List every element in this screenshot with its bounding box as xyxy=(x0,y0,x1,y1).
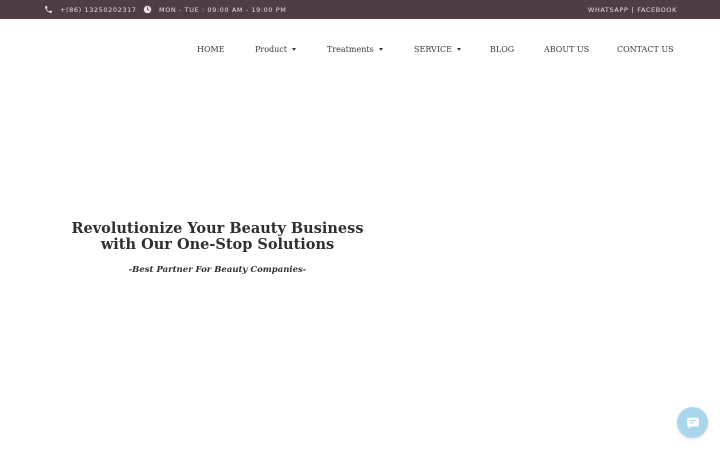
clock-icon xyxy=(143,5,152,14)
nav-item-service[interactable]: SERVICE xyxy=(414,41,461,57)
caret-down-icon xyxy=(292,47,296,51)
nav-label: Treatments xyxy=(327,44,374,54)
phone-icon xyxy=(45,6,52,13)
hero-title: Revolutionize Your Beauty Business with … xyxy=(60,221,375,253)
social-separator: | xyxy=(631,5,635,14)
main-nav: HOME Product Treatments SERVICE BLOG ABO… xyxy=(0,41,720,57)
nav-label: SERVICE xyxy=(414,44,452,54)
nav-label: Product xyxy=(255,44,287,54)
phone-contact[interactable]: +(86) 13250202317 xyxy=(44,0,137,19)
top-info-bar: +(86) 13250202317 MON - TUE : 09:00 AM -… xyxy=(0,0,720,19)
caret-down-icon xyxy=(378,47,383,51)
caret-down-icon xyxy=(456,47,461,51)
nav-item-treatments[interactable]: Treatments xyxy=(327,41,383,57)
chat-bubble-icon xyxy=(686,417,699,429)
nav-item-home[interactable]: HOME xyxy=(197,41,225,57)
social-links: WHATSAPP | FACEBOOK xyxy=(588,0,677,19)
hero-subtitle: -Best Partner For Beauty Companies- xyxy=(128,265,307,275)
nav-label: CONTACT US xyxy=(617,44,674,54)
nav-label: ABOUT US xyxy=(544,44,590,54)
nav-item-blog[interactable]: BLOG xyxy=(490,41,514,57)
phone-number: +(86) 13250202317 xyxy=(60,5,137,14)
hours-text: MON - TUE : 09:00 AM - 19:00 PM xyxy=(159,5,287,14)
nav-item-about-us[interactable]: ABOUT US xyxy=(544,41,589,57)
nav-label: BLOG xyxy=(490,44,515,54)
business-hours: MON - TUE : 09:00 AM - 19:00 PM xyxy=(143,0,286,19)
chat-button[interactable] xyxy=(677,407,708,438)
hero-title-line1: Revolutionize Your Beauty Business xyxy=(71,220,364,237)
hero-title-line2: with Our One-Stop Solutions xyxy=(100,236,335,253)
nav-label: HOME xyxy=(197,44,225,54)
nav-item-contact-us[interactable]: CONTACT US xyxy=(617,41,674,57)
whatsapp-link[interactable]: WHATSAPP xyxy=(588,6,629,14)
facebook-link[interactable]: FACEBOOK xyxy=(637,6,677,14)
nav-item-product[interactable]: Product xyxy=(255,41,296,57)
